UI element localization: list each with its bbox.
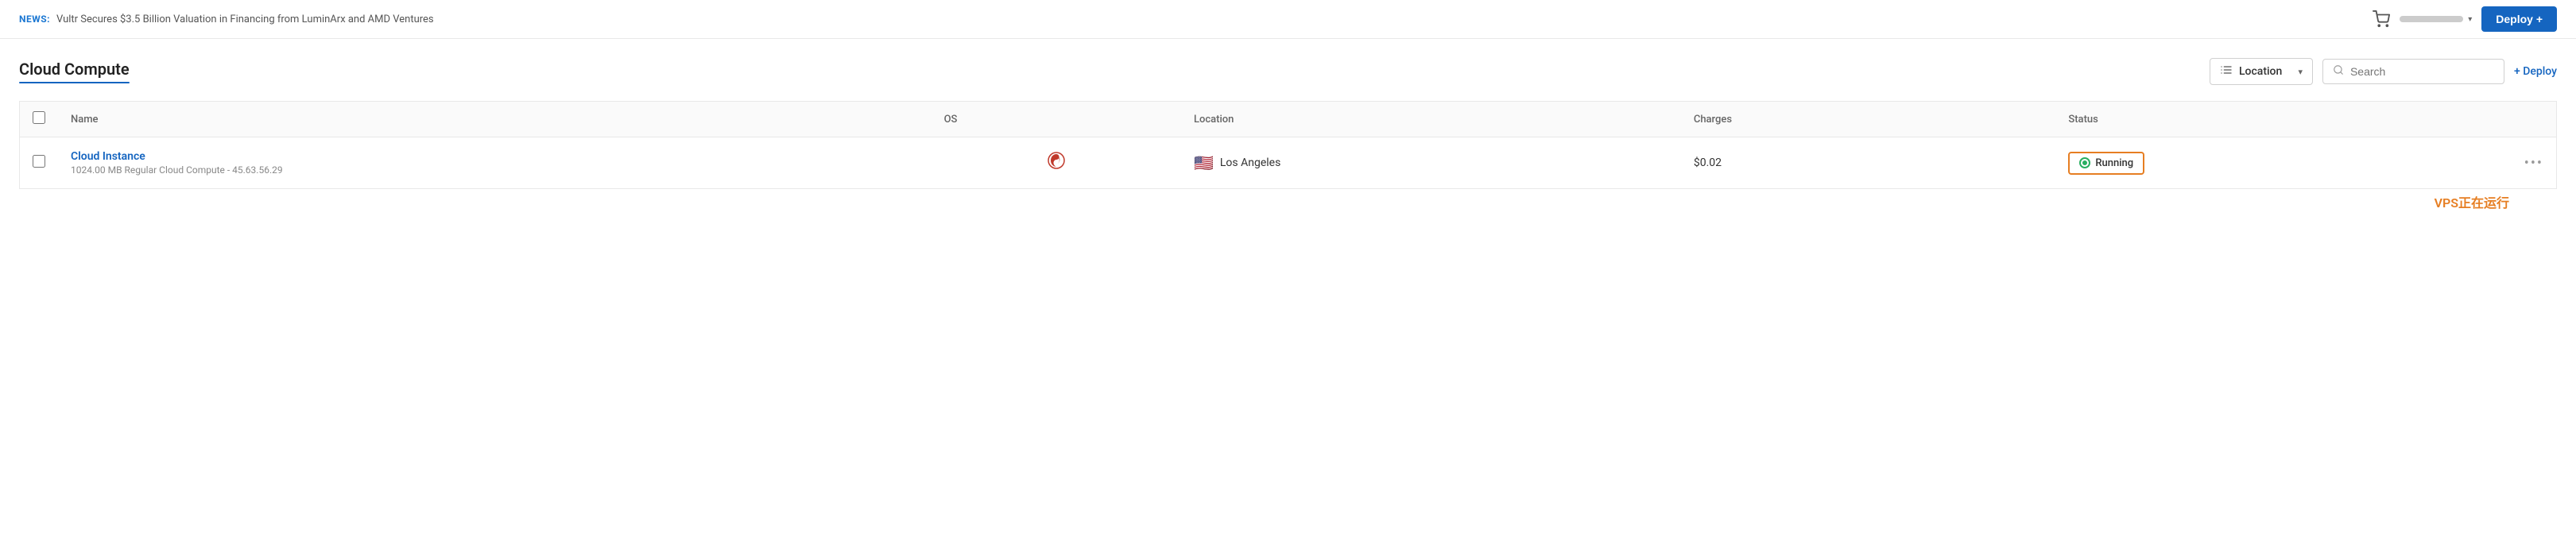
- location-name: Los Angeles: [1220, 156, 1280, 169]
- os-column-header: OS: [932, 102, 1181, 137]
- page-header: Cloud Compute Location ▾: [19, 58, 2557, 85]
- news-text: Vultr Secures $3.5 Billion Valuation in …: [56, 14, 434, 25]
- table-header-row: Name OS Location Charges Status: [20, 102, 2557, 137]
- status-badge: Running: [2068, 152, 2144, 175]
- debian-icon: [1047, 151, 1066, 175]
- row-actions-menu[interactable]: •••: [2524, 155, 2543, 172]
- instance-details: 1024.00 MB Regular Cloud Compute - 45.63…: [71, 164, 919, 176]
- row-status-cell: Running: [2055, 137, 2431, 189]
- row-checkbox[interactable]: [33, 155, 45, 168]
- table-row: Cloud Instance 1024.00 MB Regular Cloud …: [20, 137, 2557, 189]
- select-all-checkbox[interactable]: [33, 111, 45, 124]
- name-column-header: Name: [58, 102, 932, 137]
- header-controls: Location ▾ + Deploy: [2210, 58, 2557, 85]
- row-actions-cell: •••: [2431, 137, 2557, 189]
- news-banner: NEWS: Vultr Secures $3.5 Billion Valuati…: [0, 0, 2576, 39]
- row-checkbox-cell: [20, 137, 59, 189]
- page-title: Cloud Compute: [19, 60, 130, 79]
- search-input[interactable]: [2350, 65, 2494, 78]
- search-wrapper: [2322, 59, 2504, 84]
- page-title-underline: [19, 82, 130, 83]
- top-deploy-button[interactable]: Deploy +: [2481, 6, 2557, 32]
- instance-name[interactable]: Cloud Instance: [71, 150, 919, 163]
- vps-annotation: VPS正在运行: [19, 192, 2557, 211]
- banner-right-controls: ▾ Deploy +: [2373, 6, 2557, 32]
- status-circle-icon: [2079, 157, 2090, 168]
- status-text: Running: [2095, 157, 2133, 169]
- search-icon: [2333, 64, 2344, 79]
- main-content: Cloud Compute Location ▾: [0, 39, 2576, 211]
- cart-icon[interactable]: [2373, 10, 2390, 28]
- location-filter-button[interactable]: Location ▾: [2210, 58, 2313, 85]
- actions-column-header: [2431, 102, 2557, 137]
- row-os-cell: [932, 137, 1181, 189]
- status-column-header: Status: [2055, 102, 2431, 137]
- charges-column-header: Charges: [1681, 102, 2056, 137]
- row-name-cell: Cloud Instance 1024.00 MB Regular Cloud …: [58, 137, 932, 189]
- row-location-cell: 🇺🇸 Los Angeles: [1181, 137, 1681, 189]
- user-menu-chevron: ▾: [2468, 15, 2472, 24]
- charges-value: $0.02: [1694, 156, 1722, 169]
- filter-icon: [2220, 64, 2233, 79]
- us-flag-icon: 🇺🇸: [1194, 153, 1214, 172]
- select-all-header: [20, 102, 59, 137]
- status-circle-inner: [2082, 160, 2087, 165]
- location-filter-label: Location: [2239, 65, 2282, 78]
- deploy-link[interactable]: + Deploy: [2514, 65, 2557, 78]
- user-menu[interactable]: ▾: [2400, 15, 2472, 24]
- user-avatar-bar: [2400, 16, 2463, 22]
- instances-table: Name OS Location Charges Status: [19, 101, 2557, 189]
- location-filter-chevron: ▾: [2298, 67, 2303, 77]
- page-title-wrapper: Cloud Compute: [19, 60, 130, 83]
- flag-location: 🇺🇸 Los Angeles: [1194, 153, 1668, 172]
- row-charges-cell: $0.02: [1681, 137, 2056, 189]
- news-label: NEWS:: [19, 14, 50, 25]
- location-column-header: Location: [1181, 102, 1681, 137]
